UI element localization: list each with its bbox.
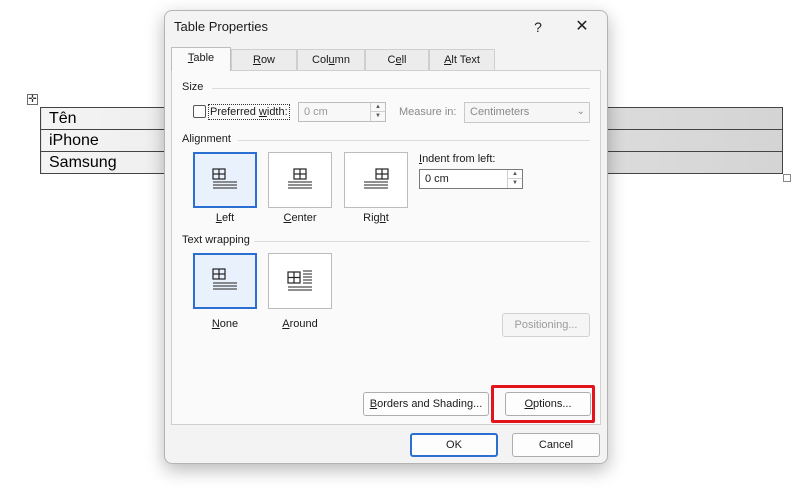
tab-alt-text[interactable]: Alt Text bbox=[429, 49, 495, 71]
alignment-group-label: Alignment bbox=[182, 133, 231, 145]
indent-from-left-input[interactable]: 0 cm ▲ ▼ bbox=[419, 169, 523, 189]
chevron-down-icon: ⌄ bbox=[576, 106, 585, 117]
tab-cell[interactable]: Cell bbox=[365, 49, 429, 71]
divider bbox=[238, 140, 590, 141]
ok-button[interactable]: OK bbox=[410, 433, 498, 457]
align-center-icon bbox=[288, 168, 312, 189]
measure-in-label: Measure in: bbox=[399, 106, 457, 118]
wrap-none-icon bbox=[212, 268, 237, 290]
close-button[interactable]: ✕ bbox=[567, 15, 597, 39]
wrap-around-label: Around bbox=[282, 318, 318, 330]
align-center-label: Center bbox=[283, 212, 317, 224]
preferred-width-checkbox[interactable] bbox=[193, 105, 206, 118]
divider bbox=[254, 241, 590, 242]
four-way-arrow-icon: ✛ bbox=[28, 94, 37, 105]
align-left-label: Left bbox=[215, 212, 235, 224]
spin-down-icon[interactable]: ▼ bbox=[371, 112, 385, 121]
close-icon: ✕ bbox=[575, 18, 589, 35]
wrap-around-icon bbox=[287, 270, 312, 291]
align-left-icon bbox=[212, 168, 237, 189]
align-left-option[interactable] bbox=[193, 152, 257, 208]
indent-from-left-label: Indent from left: bbox=[419, 153, 496, 165]
text-wrapping-group-label: Text wrapping bbox=[182, 234, 250, 246]
align-center-option[interactable] bbox=[268, 152, 332, 208]
tab-table[interactable]: Table bbox=[171, 47, 231, 71]
dialog-title: Table Properties bbox=[174, 19, 268, 34]
size-group-label: Size bbox=[182, 81, 204, 93]
table-move-handle[interactable]: ✛ bbox=[27, 94, 38, 105]
table-resize-handle[interactable] bbox=[783, 174, 791, 182]
borders-and-shading-button[interactable]: Borders and Shading... bbox=[363, 392, 489, 416]
preferred-width-label: Preferred width: bbox=[208, 104, 290, 120]
table-tab-panel: Size Preferred width: 0 cm ▲ ▼ Measure i… bbox=[171, 70, 601, 425]
divider bbox=[212, 88, 590, 89]
preferred-width-input[interactable]: 0 cm ▲ ▼ bbox=[298, 102, 386, 122]
positioning-button[interactable]: Positioning... bbox=[502, 313, 590, 337]
spin-up-icon[interactable]: ▲ bbox=[508, 170, 522, 179]
wrap-none-label: None bbox=[211, 318, 239, 330]
wrap-none-option[interactable] bbox=[193, 253, 257, 309]
tab-row[interactable]: Row bbox=[231, 49, 297, 71]
align-right-option[interactable] bbox=[344, 152, 408, 208]
wrap-around-option[interactable] bbox=[268, 253, 332, 309]
align-right-icon bbox=[364, 168, 389, 189]
cancel-button[interactable]: Cancel bbox=[512, 433, 600, 457]
tab-column[interactable]: Column bbox=[297, 49, 365, 71]
align-right-label: Right bbox=[363, 212, 389, 224]
spin-up-icon[interactable]: ▲ bbox=[371, 103, 385, 112]
spin-down-icon[interactable]: ▼ bbox=[508, 179, 522, 188]
help-button[interactable]: ? bbox=[526, 15, 550, 39]
options-highlight-box bbox=[491, 385, 595, 423]
measure-in-select[interactable]: Centimeters ⌄ bbox=[464, 102, 590, 123]
